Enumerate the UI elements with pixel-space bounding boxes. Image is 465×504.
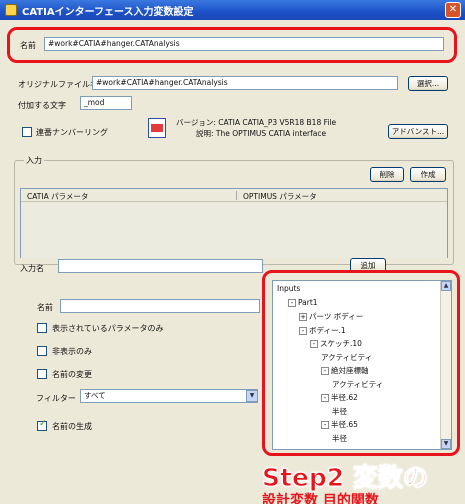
tree-item[interactable]: - Part1 (288, 298, 318, 307)
name-field[interactable]: #work#CATIA#hanger.CATAnalysis (44, 37, 444, 51)
suffix-field[interactable]: _mod (80, 96, 132, 110)
input-name-field[interactable] (58, 259, 263, 273)
browse-button[interactable]: 選択... (408, 76, 448, 91)
generate-name-label: 名前の生成 (52, 422, 92, 431)
close-button[interactable]: ✕ (445, 2, 461, 18)
suffix-label: 付加する文字 (18, 101, 66, 110)
input-name-label: 入力名 (20, 264, 44, 273)
tree-item[interactable]: 半径 (332, 406, 347, 417)
window-titlebar: CATIAインターフェース入力変数設定 ✕ (0, 0, 465, 20)
scroll-down-arrow-icon[interactable]: ▼ (441, 439, 451, 449)
tree-item[interactable]: - 絶対座標軸 (321, 365, 369, 376)
delete-button[interactable]: 削除 (370, 167, 404, 182)
create-button[interactable]: 作成 (410, 167, 446, 182)
table-header: CATIA パラメータ OPTIMUS パラメータ (21, 189, 447, 202)
tree-item-label: 半径.62 (331, 393, 358, 402)
tree-item[interactable]: + パーツ ボディー (299, 311, 363, 322)
collapse-icon[interactable]: - (321, 367, 329, 375)
name-label: 名前 (20, 41, 36, 50)
annotation-title: Step2 変数の (262, 463, 429, 493)
parameter-tree[interactable]: Inputs - Part1 + パーツ ボディー - ボディー.1- スケッチ.10 アクティ… (272, 280, 452, 450)
rename-checkbox[interactable] (37, 369, 47, 379)
tree-item[interactable]: アクティビティ (321, 352, 372, 363)
tree-item-label: 半径.65 (331, 420, 358, 429)
tree-item-label: Inputs (277, 284, 301, 293)
advanced-button[interactable]: アドバンスト... (388, 124, 448, 139)
col-optimus-header[interactable]: OPTIMUS パラメータ (243, 191, 317, 202)
parameter-table[interactable]: CATIA パラメータ OPTIMUS パラメータ (20, 188, 448, 258)
version-line1: バージョン: CATIA CATIA_P3 V5R18 B18 File (176, 118, 337, 127)
scroll-up-arrow-icon[interactable]: ▲ (441, 281, 451, 291)
tree-item[interactable]: - 半径.62 (321, 392, 358, 403)
expand-icon[interactable]: + (299, 313, 307, 321)
hidden-only-checkbox[interactable] (37, 346, 47, 356)
filter-name-field[interactable] (60, 299, 260, 313)
filter-dropdown-chevron-down-icon[interactable]: ▼ (246, 390, 258, 402)
window-title: CATIAインターフェース入力変数設定 (22, 6, 194, 18)
input-group-label: 入力 (24, 155, 44, 166)
annotation-subtitle: 設計変数 目的関数 (262, 493, 379, 504)
hidden-only-label: 非表示のみ (52, 347, 92, 356)
rename-label: 名前の変更 (52, 370, 92, 379)
tree-item[interactable]: - 半径.65 (321, 419, 358, 430)
table-body (21, 202, 447, 258)
tree-item-label: 半径 (332, 406, 347, 416)
tree-item-label: ボディー.1 (309, 325, 346, 335)
tree-scrollbar[interactable]: ▲ ▼ (440, 281, 451, 449)
tree-item-label: アクティビティ (332, 379, 384, 389)
catia-file-icon (148, 118, 166, 138)
filter-label: フィルター (36, 394, 76, 403)
original-file-field[interactable]: #work#CATIA#hanger.CATAnalysis (92, 76, 398, 90)
generate-name-checkbox[interactable] (37, 419, 47, 431)
column-divider (236, 191, 237, 200)
tree-item-label: 絶対座標軸 (331, 366, 369, 375)
original-file-label: オリジナルファイル名 (18, 80, 98, 89)
show-displayed-checkbox[interactable] (37, 323, 47, 333)
app-icon (5, 4, 17, 16)
collapse-icon[interactable]: - (288, 298, 296, 307)
serial-numbering-checkbox[interactable] (22, 127, 32, 137)
tree-item[interactable]: Inputs (277, 284, 300, 293)
tree-item-label: 半径 (332, 433, 347, 443)
tree-item[interactable]: 半径 (332, 433, 347, 444)
serial-numbering-label: 連番ナンバーリング (36, 128, 108, 137)
collapse-icon[interactable]: - (321, 421, 329, 429)
filter-name-label: 名前 (37, 303, 53, 312)
tree-item-label: スケッチ.10 (320, 339, 362, 348)
collapse-icon[interactable]: - (310, 340, 318, 348)
tree-item[interactable]: アクティビティ (332, 379, 383, 390)
tree-item-label: Part1 (298, 297, 318, 307)
collapse-icon[interactable]: - (321, 394, 329, 402)
col-catia-header[interactable]: CATIA パラメータ (27, 191, 88, 202)
filter-select[interactable]: すべて (80, 389, 258, 403)
version-line2: 説明: The OPTIMUS CATIA interface (196, 129, 327, 138)
show-displayed-label: 表示されているパラメータのみ (52, 324, 164, 333)
collapse-icon[interactable]: - (299, 326, 307, 335)
tree-item-label: アクティビティ (321, 352, 373, 362)
tree-item-label: パーツ ボディー (309, 312, 364, 321)
tree-item[interactable]: - スケッチ.10 (310, 338, 362, 349)
tree-item[interactable]: - ボディー.1 (299, 325, 346, 336)
